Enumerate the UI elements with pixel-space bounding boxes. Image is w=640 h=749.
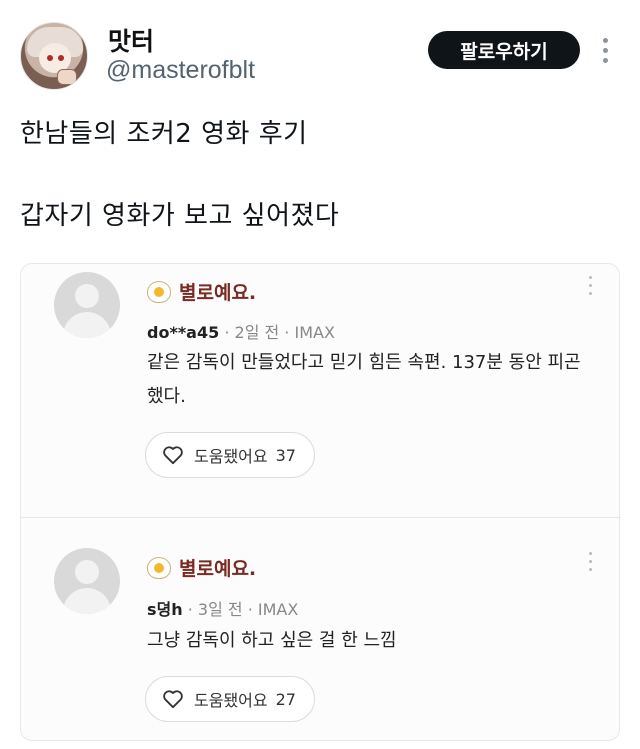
review-date-format: · 3일 전 · IMAX bbox=[182, 600, 299, 619]
review-date-format: · 2일 전 · IMAX bbox=[219, 323, 335, 342]
heart-outline-icon bbox=[163, 446, 183, 465]
fried-egg-icon bbox=[147, 280, 171, 303]
review-meta: do**a45 · 2일 전 · IMAX bbox=[147, 319, 335, 343]
heart-outline-icon bbox=[163, 690, 183, 709]
helpful-count: 37 bbox=[275, 445, 296, 465]
author-handle[interactable]: @masterofblt bbox=[106, 56, 255, 85]
rating-label: 별로예요. bbox=[179, 282, 257, 304]
helpful-label: 도움됐어요 bbox=[194, 691, 268, 710]
rating-label: 별로예요. bbox=[179, 558, 257, 580]
review-more-icon[interactable] bbox=[587, 276, 595, 298]
helpful-button[interactable]: 도움됐어요 37 bbox=[145, 432, 315, 478]
avatar-eye bbox=[58, 55, 64, 61]
reviewer-avatar bbox=[54, 548, 120, 614]
review-item: 별로예요. s뎡h · 3일 전 · IMAX 그냥 감독이 하고 싶은 걸 한… bbox=[21, 517, 621, 742]
follow-button[interactable]: 팔로우하기 bbox=[428, 31, 580, 69]
review-comment: 그냥 감독이 하고 싶은 걸 한 느낌 bbox=[147, 630, 397, 651]
fried-egg-icon bbox=[147, 556, 171, 579]
post-header: 맛터 @masterofblt 팔로우하기 bbox=[0, 0, 640, 110]
review-rating: 별로예요. bbox=[147, 278, 256, 305]
post-text-line: 한남들의 조커2 영화 후기 bbox=[20, 119, 308, 149]
attached-image-reviews[interactable]: 별로예요. do**a45 · 2일 전 · IMAX 같은 감독이 만들었다고… bbox=[20, 263, 621, 742]
helpful-label: 도움됐어요 bbox=[194, 447, 268, 466]
author-display-name[interactable]: 맛터 bbox=[108, 22, 154, 58]
author-avatar[interactable] bbox=[20, 22, 88, 90]
reviewer-avatar bbox=[54, 272, 120, 338]
review-rating: 별로예요. bbox=[147, 554, 256, 581]
review-more-icon[interactable] bbox=[587, 552, 595, 574]
helpful-count: 27 bbox=[275, 689, 296, 709]
review-item: 별로예요. do**a45 · 2일 전 · IMAX 같은 감독이 만들었다고… bbox=[21, 264, 621, 517]
reviewer-name: s뎡h bbox=[147, 600, 183, 619]
review-comment: 같은 감독이 만들었다고 믿기 힘든 속편. 137분 동안 피곤했다. bbox=[147, 352, 581, 407]
helpful-button[interactable]: 도움됐어요 27 bbox=[145, 676, 315, 722]
avatar-fist bbox=[57, 69, 77, 85]
more-options-icon[interactable] bbox=[598, 38, 614, 64]
reviewer-name: do**a45 bbox=[147, 323, 220, 342]
review-meta: s뎡h · 3일 전 · IMAX bbox=[147, 596, 298, 620]
post-text-line: 갑자기 영화가 보고 싶어졌다 bbox=[20, 201, 340, 231]
avatar-eye bbox=[47, 55, 53, 61]
